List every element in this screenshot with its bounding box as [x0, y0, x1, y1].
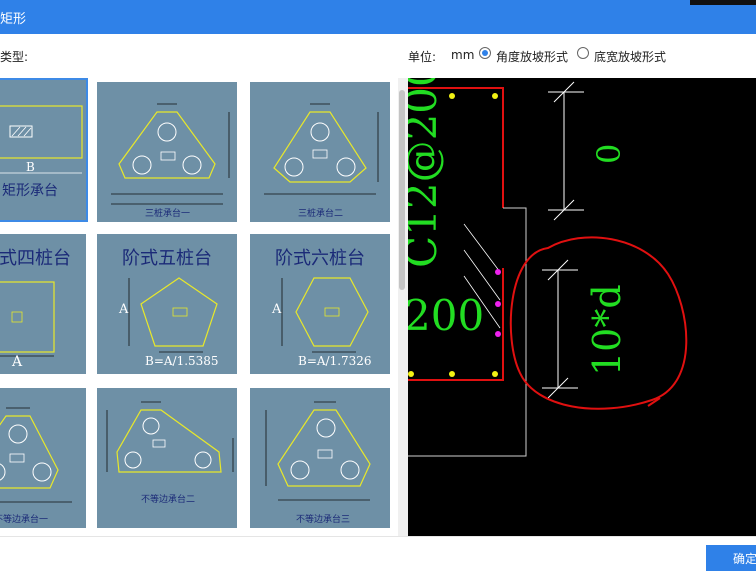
dialog-title: 矩形 — [0, 12, 27, 27]
six-pile-dim-a: A — [272, 302, 282, 317]
unit-label: 单位: — [408, 50, 437, 64]
tile-unequal-cap-3-caption: 不等边承台三 — [296, 515, 351, 525]
tile-rect-cap[interactable]: B 矩形承台 — [0, 78, 88, 222]
dim-b-label: B — [26, 160, 35, 174]
ok-button[interactable]: 确定 — [706, 545, 756, 571]
tile-stepped-four-pile-cap-title: 式四桩台 — [0, 248, 71, 269]
options-row: 类型: 单位: mm 角度放坡形式 底宽放坡形式 — [0, 34, 756, 78]
tile-unequal-cap-1[interactable]: 不等边承台一 — [0, 388, 86, 528]
tile-three-pile-cap-2-caption: 三桩承台二 — [298, 209, 344, 219]
unequal-cap-3-diagram — [265, 401, 371, 501]
five-pile-formula: B=A/1.5385 — [145, 354, 219, 368]
tile-three-pile-cap-1-caption: 三桩承台一 — [145, 209, 191, 219]
rebar-spacing-text: 200 — [408, 291, 484, 340]
dim-a-label: A — [12, 354, 23, 370]
tile-unequal-cap-1-caption: 不等边承台一 — [0, 515, 49, 525]
three-pile-cap-2-diagram — [264, 103, 379, 195]
tile-stepped-six-pile-cap-title: 阶式六桩台 — [275, 248, 365, 269]
cap-type-gallery: B 矩形承台 三桩承台一 三桩承台二 式四桩台 A 阶式五桩台 B=A/1.53… — [0, 78, 398, 536]
unequal-cap-1-diagram — [0, 407, 72, 503]
radio-width-slope-label[interactable]: 底宽放坡形式 — [594, 48, 666, 65]
dimension-top-value: 0 — [590, 144, 628, 164]
dialog-footer: 确定 — [0, 536, 756, 574]
unit-value: mm — [451, 48, 475, 62]
scrollbar-thumb[interactable] — [399, 90, 405, 290]
tile-stepped-five-pile-cap[interactable]: 阶式五桩台 B=A/1.5385 A — [97, 234, 237, 374]
tile-stepped-four-pile-cap[interactable]: 式四桩台 A — [0, 234, 86, 374]
anchor-length-text: 10*d — [585, 284, 629, 376]
gallery-scrollbar[interactable] — [398, 78, 408, 536]
tile-unequal-cap-2[interactable]: 不等边承台二 — [97, 388, 237, 528]
tile-unequal-cap-3[interactable]: 不等边承台三 — [250, 388, 390, 528]
rebar-detail-drawing: C12@200 200 0 10*d — [408, 78, 688, 457]
radio-width-slope[interactable] — [577, 47, 589, 59]
tile-unequal-cap-2-caption: 不等边承台二 — [141, 495, 196, 505]
tile-three-pile-cap-2[interactable]: 三桩承台二 — [250, 82, 390, 222]
title-bar: 矩形 — [0, 0, 756, 34]
unequal-cap-2-diagram — [106, 401, 234, 473]
background-window-edge — [690, 0, 756, 5]
tile-rect-cap-label: 矩形承台 — [2, 183, 58, 199]
tile-three-pile-cap-1[interactable]: 三桩承台一 — [97, 82, 237, 222]
rebar-spec-text: C12@200 — [408, 78, 446, 268]
five-pile-dim-a: A — [119, 302, 129, 317]
tile-stepped-five-pile-cap-title: 阶式五桩台 — [122, 248, 212, 269]
tile-stepped-six-pile-cap[interactable]: 阶式六桩台 B=A/1.7326 A — [250, 234, 390, 374]
radio-angle-slope[interactable] — [479, 47, 491, 59]
type-label: 类型: — [0, 50, 29, 64]
three-pile-cap-1-diagram — [111, 103, 230, 205]
radio-angle-slope-label[interactable]: 角度放坡形式 — [496, 48, 568, 65]
six-pile-formula: B=A/1.7326 — [298, 354, 372, 368]
cad-preview: C12@200 200 0 10*d — [408, 78, 756, 536]
